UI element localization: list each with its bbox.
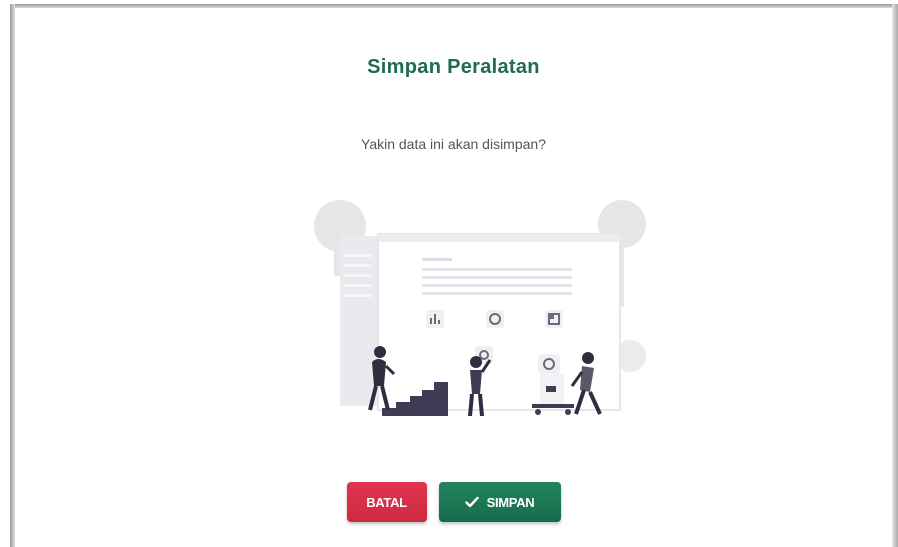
cancel-button[interactable]: BATAL xyxy=(346,482,427,522)
confirm-dialog: Simpan Peralatan Yakin data ini akan dis… xyxy=(15,8,892,547)
dialog-message: Yakin data ini akan disimpan? xyxy=(361,136,546,152)
check-icon xyxy=(464,496,479,508)
frame-border-right xyxy=(892,4,898,547)
people-arranging-dashboard-illustration xyxy=(314,200,646,417)
cancel-button-label: BATAL xyxy=(366,494,407,510)
screenshot-frame: Simpan Peralatan Yakin data ini akan dis… xyxy=(0,0,898,547)
save-button-label: SIMPAN xyxy=(486,494,535,510)
dialog-title: Simpan Peralatan xyxy=(367,56,540,78)
save-button[interactable]: SIMPAN xyxy=(438,482,561,522)
dialog-actions: BATAL SIMPAN xyxy=(15,482,892,522)
